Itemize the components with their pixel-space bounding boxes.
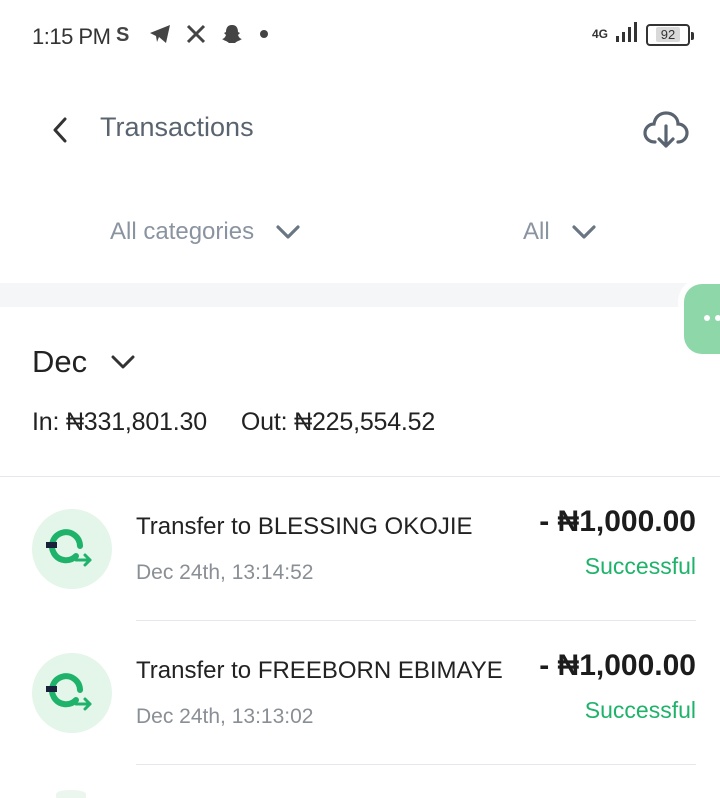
page-title: Transactions bbox=[100, 112, 254, 142]
transaction-title: Transfer to FREEBORN EBIMAYE ... bbox=[136, 657, 506, 684]
x-icon bbox=[184, 22, 208, 46]
category-filter[interactable]: All categories bbox=[110, 218, 300, 246]
transaction-date: Dec 24th, 13:13:02 bbox=[136, 705, 314, 728]
notification-icons: S bbox=[112, 22, 268, 46]
status-bar: 1:15 PM S 4G 92 bbox=[0, 0, 720, 72]
transaction-date: Dec 24th, 13:14:52 bbox=[136, 561, 314, 584]
floating-chat-button[interactable] bbox=[684, 284, 720, 354]
chevron-left-icon bbox=[53, 117, 67, 143]
svg-text:S: S bbox=[116, 24, 129, 45]
transaction-status: Successful bbox=[584, 697, 696, 723]
filter-bar: All categories All bbox=[0, 202, 720, 266]
transaction-row[interactable]: Transfer to BLESSING OKOJIE Dec 24th, 13… bbox=[0, 477, 720, 621]
money-out-total: Out: ₦225,554.52 bbox=[240, 408, 436, 436]
next-transaction-peek bbox=[56, 790, 86, 798]
battery-icon: 92 bbox=[646, 23, 694, 46]
transaction-amount: - ₦1,000.00 bbox=[539, 505, 696, 538]
section-divider bbox=[0, 283, 720, 307]
more-dots-icon bbox=[704, 315, 720, 321]
chevron-down-icon bbox=[276, 225, 300, 239]
network-type: 4G bbox=[591, 27, 608, 41]
battery-level: 92 bbox=[655, 27, 681, 42]
transaction-amount: - ₦1,000.00 bbox=[539, 649, 696, 682]
month-selector[interactable]: Dec bbox=[32, 344, 135, 380]
dollar-app-icon: S bbox=[112, 22, 136, 46]
back-button[interactable] bbox=[42, 112, 78, 148]
chevron-down-icon bbox=[572, 225, 596, 239]
chevron-down-icon bbox=[111, 355, 135, 369]
snapchat-icon bbox=[220, 22, 244, 46]
month-totals: In: ₦331,801.30 Out: ₦225,554.52 bbox=[32, 408, 435, 437]
transfer-icon bbox=[32, 653, 112, 733]
system-status: 4G 92 bbox=[591, 22, 694, 47]
transaction-row[interactable]: Transfer to FREEBORN EBIMAYE ... Dec 24t… bbox=[0, 621, 720, 765]
row-divider bbox=[136, 764, 696, 765]
month-label: Dec bbox=[32, 344, 88, 379]
transfer-icon bbox=[32, 509, 112, 589]
type-filter[interactable]: All bbox=[523, 218, 596, 246]
telegram-icon bbox=[148, 22, 172, 46]
download-button[interactable] bbox=[642, 106, 690, 154]
status-time: 1:15 PM bbox=[32, 24, 111, 49]
transaction-title: Transfer to BLESSING OKOJIE bbox=[136, 513, 473, 540]
transaction-status: Successful bbox=[584, 553, 696, 579]
page-header: Transactions bbox=[0, 88, 720, 172]
cloud-download-icon bbox=[643, 111, 689, 148]
category-filter-label: All categories bbox=[110, 218, 255, 245]
type-filter-label: All bbox=[523, 218, 550, 245]
more-notifications-dot bbox=[260, 30, 268, 38]
money-in-total: In: ₦331,801.30 bbox=[32, 408, 207, 436]
signal-icon bbox=[616, 22, 638, 47]
